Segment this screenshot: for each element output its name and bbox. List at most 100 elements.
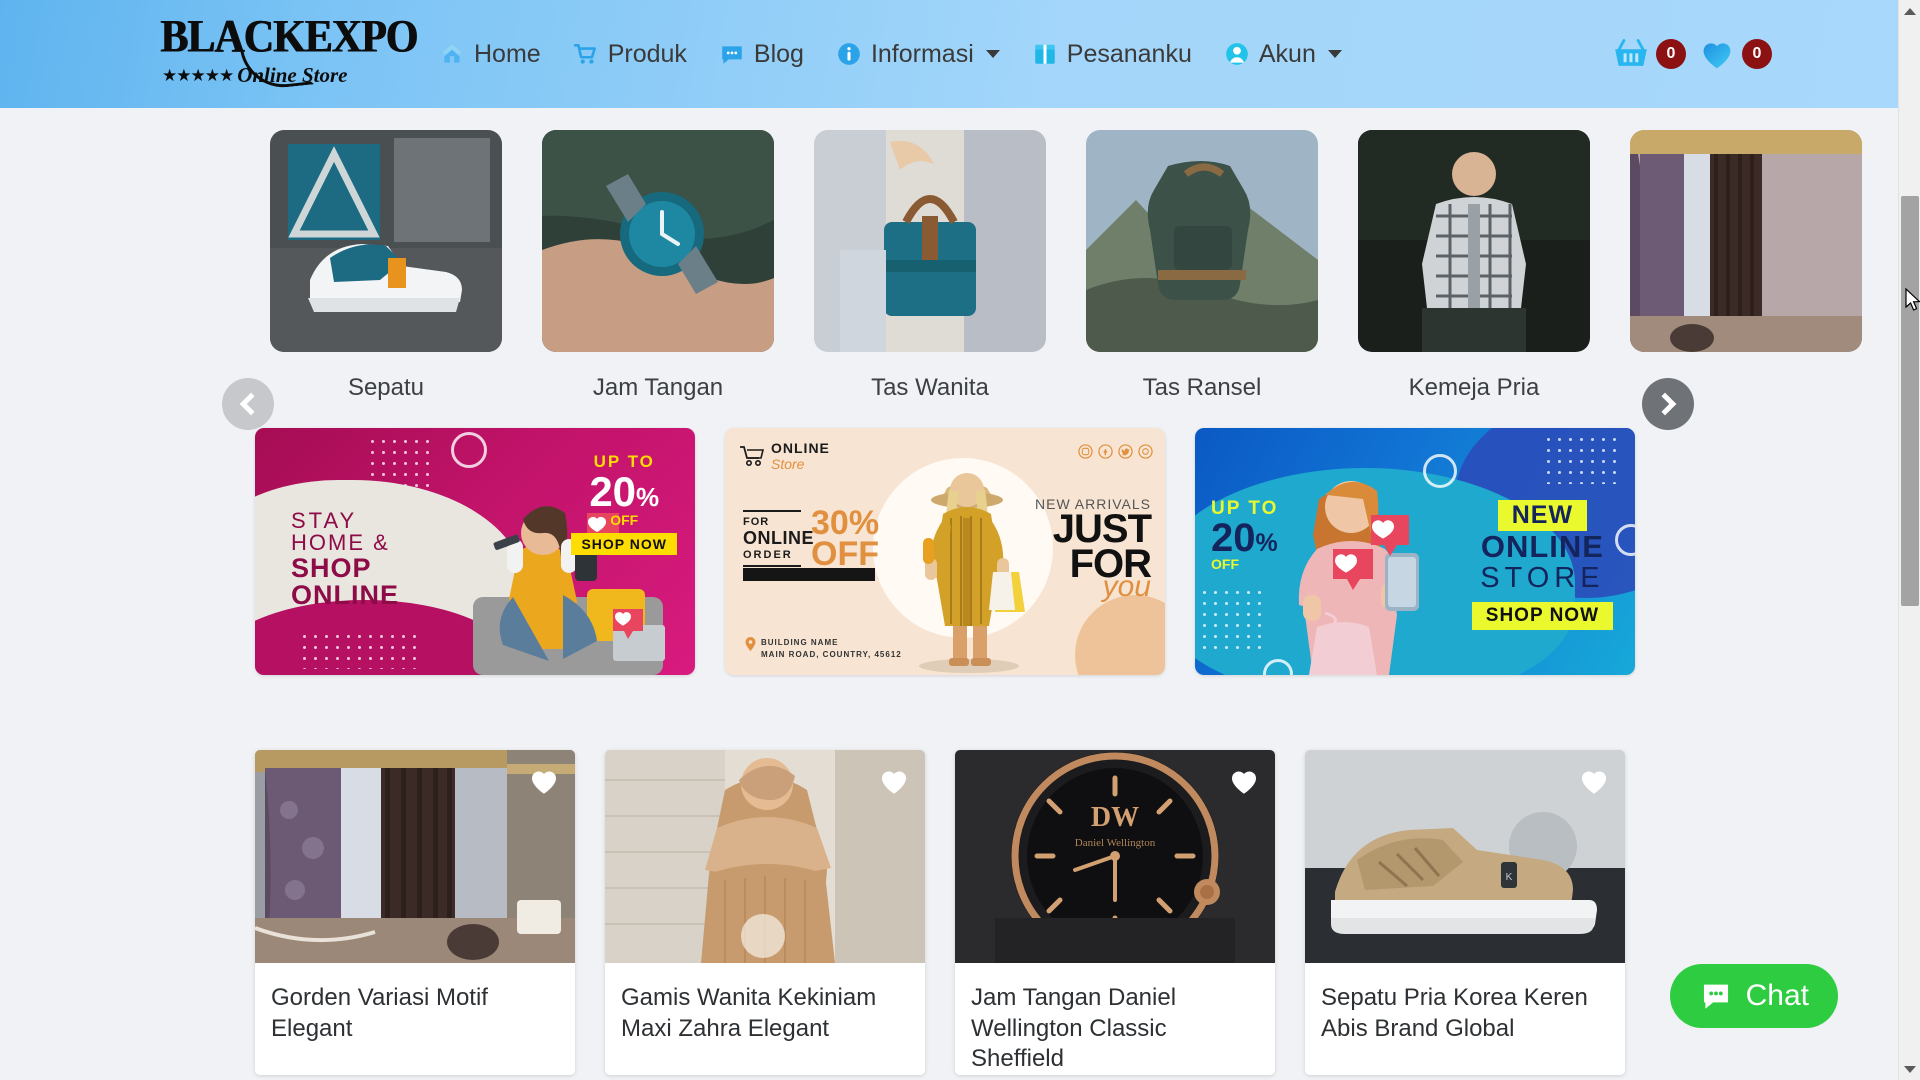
- svg-text:DW: DW: [1091, 802, 1139, 833]
- triangle-up-icon: [1904, 7, 1916, 15]
- cart-count-badge: 0: [1656, 39, 1686, 69]
- twitter-icon[interactable]: [1118, 444, 1133, 459]
- logo-online-text: ONLINE: [771, 440, 830, 456]
- nav-label: Pesananku: [1066, 39, 1192, 68]
- banner-discount-block: UP TO 20% OFF SHOP NOW: [571, 452, 677, 555]
- product-image: [255, 750, 575, 963]
- banner-line-1: STAY: [291, 508, 358, 533]
- nav-item-akun[interactable]: Akun: [1208, 32, 1358, 77]
- dot-pattern-decoration: [299, 631, 419, 669]
- dot-pattern-decoration: [1199, 587, 1261, 657]
- banner-discount-block: UP TO 20% OFF: [1211, 498, 1278, 572]
- page-scrollbar[interactable]: [1898, 0, 1920, 1080]
- banner-store-logo: ONLINE Store: [739, 440, 830, 472]
- nav-item-blog[interactable]: Blog: [703, 32, 820, 77]
- mouse-cursor: [1905, 288, 1920, 311]
- chat-bubble-icon: [1703, 984, 1728, 1009]
- discount-block: 30% OFF: [811, 504, 880, 570]
- offer-order-label: ORDER: [743, 549, 793, 561]
- discount-percent: 20%: [571, 471, 677, 513]
- logo-stars: ★★★★★: [162, 66, 234, 86]
- wishlist-heart-icon[interactable]: [877, 764, 911, 798]
- nav-item-home[interactable]: Home: [423, 32, 557, 77]
- promo-banner-just-for-you[interactable]: ONLINE Store FOR ONLINE ORDER 30% OFF NE…: [725, 428, 1165, 675]
- wishlist-count-badge: 0: [1742, 39, 1772, 69]
- product-grid: Gorden Variasi Motif Elegant Gamis Wanit…: [0, 750, 1920, 1076]
- product-title: Gamis Wanita Kekiniam Maxi Zahra Elegant: [621, 984, 877, 1042]
- social-icons-row: [1078, 444, 1153, 459]
- product-title: Jam Tangan Daniel Wellington Classic She…: [971, 984, 1177, 1073]
- category-item-sepatu[interactable]: Sepatu: [270, 130, 502, 402]
- social-icon[interactable]: [1138, 444, 1153, 459]
- category-carousel: Sepatu Jam Tangan Tas Wanita Tas Ransel …: [0, 130, 1920, 430]
- discount-percent: 30%: [811, 504, 880, 542]
- chevron-left-icon: [239, 392, 263, 416]
- wishlist-heart-icon[interactable]: [1227, 764, 1261, 798]
- category-item-tas-ransel[interactable]: Tas Ransel: [1086, 130, 1318, 402]
- category-thumbnail: [1630, 130, 1862, 352]
- instagram-icon[interactable]: [1078, 444, 1093, 459]
- dot-pattern-decoration: [1543, 434, 1619, 484]
- info-circle-icon: [838, 43, 860, 65]
- product-card[interactable]: Gorden Variasi Motif Elegant: [255, 750, 575, 1076]
- user-circle-icon: [1226, 43, 1248, 65]
- category-item-jam-tangan[interactable]: Jam Tangan: [542, 130, 774, 402]
- category-thumbnail: [270, 130, 502, 352]
- category-item-partial[interactable]: [1630, 130, 1862, 402]
- bar-decoration: [743, 568, 875, 581]
- promo-banner-stay-home[interactable]: STAY HOME & SHOP ONLINE UP TO 20% OFF SH…: [255, 428, 695, 675]
- product-card[interactable]: DW Daniel Wellington Jam Tangan Daniel W…: [955, 750, 1275, 1076]
- wishlist-action[interactable]: 0: [1698, 35, 1772, 73]
- speech-bubble-icon: [722, 46, 742, 64]
- shopping-cart-icon: [740, 446, 765, 467]
- banner-line-4: ONLINE: [291, 580, 400, 611]
- category-thumbnail: [814, 130, 1046, 352]
- category-label: Tas Wanita: [871, 374, 989, 401]
- banner-headline: STAY HOME & SHOP ONLINE: [291, 508, 400, 611]
- category-label: Kemeja Pria: [1408, 374, 1540, 401]
- shopping-cart-icon: [573, 44, 596, 64]
- shop-now-button[interactable]: SHOP NOW: [571, 532, 677, 555]
- wishlist-heart-icon[interactable]: [1577, 764, 1611, 798]
- logo-store-text: Store: [771, 456, 805, 472]
- headline-online: ONLINE: [1480, 529, 1604, 564]
- carousel-next-button[interactable]: [1642, 378, 1694, 430]
- category-thumbnail: [1086, 130, 1318, 352]
- shop-now-button[interactable]: SHOP NOW: [1471, 601, 1613, 630]
- promo-banner-new-online-store[interactable]: UP TO 20% OFF NEW ONLINE STORE SHOP NOW: [1195, 428, 1635, 675]
- category-thumbnail: [542, 130, 774, 352]
- chat-button[interactable]: Chat: [1669, 964, 1838, 1028]
- chevron-right-icon: [1653, 392, 1677, 416]
- headline-store: STORE: [1480, 561, 1605, 594]
- site-logo[interactable]: BLACKEXPO ★★★★★ Online Store: [160, 13, 418, 92]
- scrollbar-down-arrow[interactable]: [1899, 1058, 1920, 1080]
- discount-value: 20: [589, 468, 637, 515]
- house-icon: [441, 44, 463, 63]
- main-navigation: Home Produk Blog Informasi Pesananku Aku…: [423, 32, 1358, 77]
- package-box-icon: [1035, 44, 1055, 64]
- facebook-icon[interactable]: [1098, 444, 1113, 459]
- nav-label: Informasi: [870, 39, 974, 68]
- site-header: BLACKEXPO ★★★★★ Online Store Home Produk: [0, 0, 1920, 108]
- carousel-prev-button[interactable]: [222, 378, 274, 430]
- scrollbar-thumb[interactable]: [1901, 196, 1919, 606]
- nav-item-pesananku[interactable]: Pesananku: [1016, 32, 1208, 77]
- wishlist-heart-icon[interactable]: [527, 764, 561, 798]
- category-item-tas-wanita[interactable]: Tas Wanita: [814, 130, 1046, 402]
- heart-icon: [1703, 43, 1731, 69]
- svg-text:K: K: [1506, 872, 1513, 883]
- triangle-down-icon: [1904, 1065, 1916, 1073]
- banner-offer-block: FOR ONLINE ORDER: [743, 510, 814, 571]
- nav-label: Produk: [607, 39, 687, 68]
- chevron-down-icon: [1327, 50, 1342, 58]
- category-thumbnail: [1358, 130, 1590, 352]
- product-card[interactable]: K Sepatu Pria Korea Keren Abis Brand Glo…: [1305, 750, 1625, 1076]
- nav-item-produk[interactable]: Produk: [557, 32, 703, 77]
- scrollbar-up-arrow[interactable]: [1899, 0, 1920, 22]
- header-actions: 0 0: [1612, 35, 1772, 73]
- product-card[interactable]: Gamis Wanita Kekiniam Maxi Zahra Elegant: [605, 750, 925, 1076]
- cart-action[interactable]: 0: [1612, 35, 1686, 73]
- nav-item-informasi[interactable]: Informasi: [820, 32, 1016, 77]
- chat-label: Chat: [1745, 979, 1809, 1012]
- category-item-kemeja-pria[interactable]: Kemeja Pria: [1358, 130, 1590, 402]
